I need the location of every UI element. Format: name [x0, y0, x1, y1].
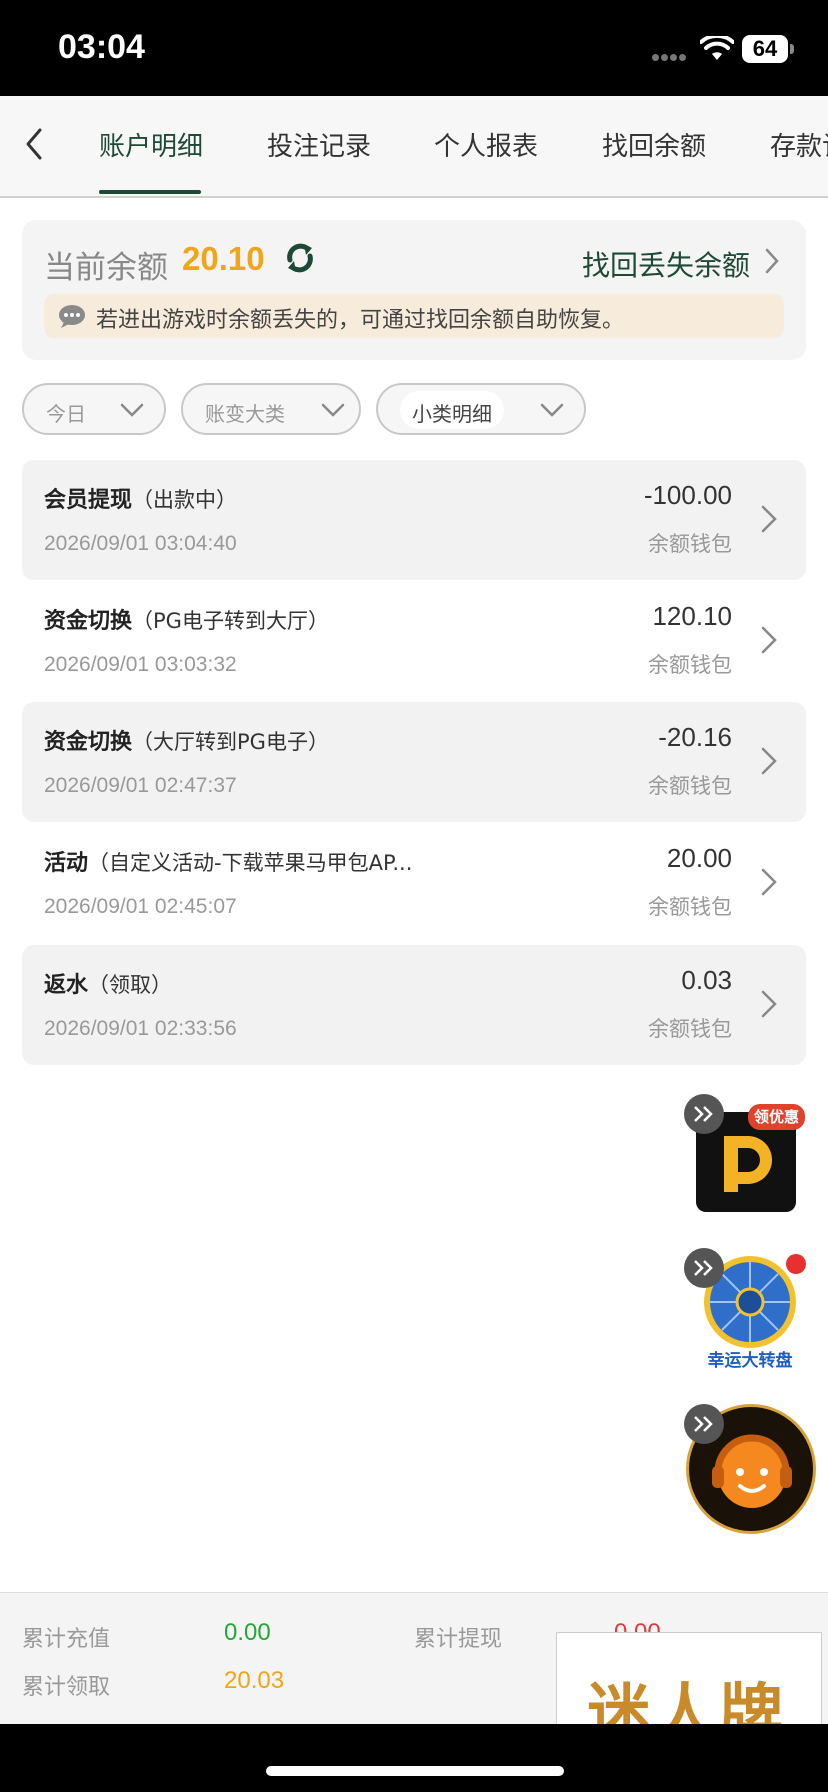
record-row[interactable]: 返水（领取） 2026/09/01 02:33:56 0.03 余额钱包: [22, 945, 806, 1065]
chevron-right-icon: [761, 868, 777, 896]
collapse-double-chevron-icon[interactable]: [684, 1248, 724, 1288]
record-amount: 20.00: [666, 843, 732, 873]
date-filter[interactable]: 今日: [22, 383, 166, 435]
chevron-down-icon: [321, 403, 345, 417]
tab-personal-report[interactable]: 个人报表: [434, 126, 538, 163]
tab-bar: 账户明细 投注记录 个人报表 找回余额 存款记录: [0, 96, 828, 198]
chevron-down-icon: [540, 403, 564, 417]
withdraw-total-label: 累计提现: [414, 1627, 503, 1652]
notice-text: 若进出游戏时余额丢失的，可通过找回余额自助恢复。: [96, 308, 625, 333]
record-row[interactable]: 会员提现（出款中） 2026/09/01 03:04:40 -100.00 余额…: [22, 460, 806, 580]
chevron-right-icon: [761, 747, 777, 775]
notice-banner: 若进出游戏时余额丢失的，可通过找回余额自助恢复。: [44, 294, 784, 338]
tab-recover-balance[interactable]: 找回余额: [602, 126, 706, 163]
promo-badge: 领优惠: [748, 1104, 806, 1130]
record-time: 2026/09/01 03:04:40: [44, 532, 237, 555]
active-tab-indicator: [99, 190, 201, 194]
record-row[interactable]: 活动（自定义活动-下载苹果马甲包AP... 2026/09/01 02:45:0…: [22, 823, 806, 943]
record-title: 返水（领取）: [44, 973, 173, 998]
balance-label: 当前余额: [44, 250, 168, 286]
status-bar: 03:04 64: [0, 0, 828, 96]
wifi-icon: [700, 36, 734, 60]
record-row[interactable]: 资金切换（PG电子转到大厅） 2026/09/01 03:03:32 120.1…: [22, 581, 806, 701]
back-icon[interactable]: [20, 124, 50, 164]
tab-bet-records[interactable]: 投注记录: [267, 126, 371, 163]
refresh-icon[interactable]: [282, 240, 318, 276]
record-time: 2026/09/01 02:33:56: [44, 1017, 237, 1040]
record-title: 资金切换（大厅转到PG电子）: [44, 730, 329, 755]
deposit-total-value: 0.00: [224, 1619, 271, 1646]
record-time: 2026/09/01 02:47:37: [44, 774, 237, 797]
record-wallet: 余额钱包: [648, 895, 732, 919]
balance-value: 20.10: [182, 240, 265, 277]
collapse-double-chevron-icon[interactable]: [684, 1404, 724, 1444]
record-title: 会员提现（出款中）: [44, 488, 238, 513]
tab-deposit-records[interactable]: 存款记录: [770, 126, 828, 163]
status-time: 03:04: [58, 28, 145, 66]
chevron-right-icon: [761, 626, 777, 654]
record-wallet: 余额钱包: [648, 532, 732, 556]
wheel-label: 幸运大转盘: [707, 1351, 793, 1371]
home-indicator-area: [0, 1724, 828, 1792]
claim-total-label: 累计领取: [22, 1675, 111, 1700]
chevron-down-icon: [120, 403, 144, 417]
signal-icon: [652, 46, 690, 61]
subcategory-filter[interactable]: 小类明细: [376, 383, 586, 435]
record-amount: -100.00: [643, 480, 732, 510]
claim-total-value: 20.03: [224, 1667, 285, 1694]
deposit-total-label: 累计充值: [22, 1627, 111, 1652]
balance-card: 当前余额 20.10 找回丢失余额 若进出游戏时余额丢失的，可通过找回余额自助恢…: [22, 220, 806, 360]
record-row[interactable]: 资金切换（大厅转到PG电子） 2026/09/01 02:47:37 -20.1…: [22, 702, 806, 822]
record-amount: 120.10: [652, 601, 732, 631]
record-amount: 0.03: [681, 965, 732, 995]
recover-lost-balance-link[interactable]: 找回丢失余额: [582, 244, 750, 284]
record-time: 2026/09/01 03:03:32: [44, 653, 237, 676]
record-wallet: 余额钱包: [648, 774, 732, 798]
battery-indicator: 64: [742, 35, 788, 63]
subcategory-filter-label: 小类明细: [412, 402, 492, 426]
record-wallet: 余额钱包: [648, 653, 732, 677]
record-amount: -20.16: [658, 722, 732, 752]
chevron-right-icon[interactable]: [762, 246, 782, 276]
home-indicator[interactable]: [266, 1766, 564, 1776]
chevron-right-icon: [761, 990, 777, 1018]
chat-bubble-icon: [59, 305, 85, 328]
category-filter-label: 账变大类: [205, 402, 285, 426]
record-time: 2026/09/01 02:45:07: [44, 895, 237, 918]
category-filter[interactable]: 账变大类: [181, 383, 361, 435]
date-filter-label: 今日: [46, 402, 86, 426]
record-title: 资金切换（PG电子转到大厅）: [44, 609, 329, 634]
record-title: 活动（自定义活动-下载苹果马甲包AP...: [44, 851, 413, 876]
tab-account-detail[interactable]: 账户明细: [99, 126, 203, 163]
app-logo-icon: [724, 1136, 772, 1192]
record-wallet: 余额钱包: [648, 1017, 732, 1041]
collapse-double-chevron-icon[interactable]: [684, 1094, 724, 1134]
battery-tip: [790, 44, 794, 54]
chevron-right-icon: [761, 505, 777, 533]
